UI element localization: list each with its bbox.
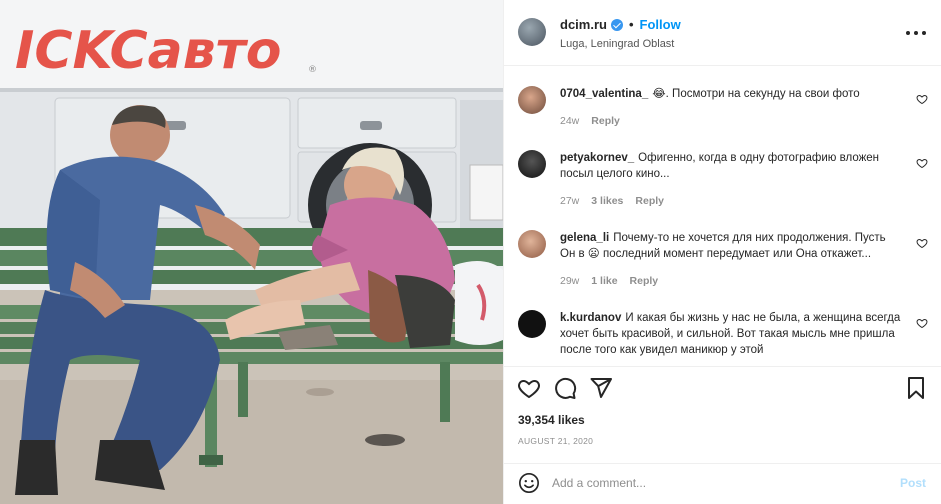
avatar[interactable] <box>518 18 546 46</box>
follow-button[interactable]: Follow <box>640 17 681 32</box>
comment-text: petyakornev_ Офигенно, когда в одну фотог… <box>560 152 880 180</box>
comment-input[interactable] <box>552 472 882 494</box>
more-options-icon[interactable] <box>906 24 926 42</box>
comment-username[interactable]: gelena_li <box>560 232 609 244</box>
comment-text: gelena_li Почему-то не хочется для них пр… <box>560 232 886 260</box>
comment-meta: 24w Reply <box>560 115 620 127</box>
like-comment-heart-icon[interactable] <box>916 93 928 105</box>
likes-count[interactable]: 39,354 likes <box>518 413 585 427</box>
post-photo[interactable]: ICKCавто ® <box>0 0 503 504</box>
like-comment-heart-icon[interactable] <box>916 237 928 249</box>
reply-button[interactable]: Reply <box>591 115 620 127</box>
avatar[interactable] <box>518 310 546 338</box>
username-link[interactable]: dcim.ru <box>560 17 607 32</box>
comment-time[interactable]: 29w <box>560 275 579 287</box>
comment-meta: 29w 1 like Reply <box>560 275 658 287</box>
comment-time[interactable]: 27w <box>560 195 579 207</box>
comment-text: k.kurdanov И какая бы жизнь у нас не была… <box>560 312 901 356</box>
verified-badge-icon <box>610 18 623 31</box>
avatar[interactable] <box>518 86 546 114</box>
comment-meta: 27w 3 likes Reply <box>560 195 664 207</box>
comment-username[interactable]: 0704_valentina_ <box>560 88 648 100</box>
post-header: dcim.ru • Follow Luga, Leningrad Oblast <box>504 0 941 66</box>
location-link[interactable]: Luga, Leningrad Oblast <box>560 38 674 50</box>
share-icon[interactable] <box>589 376 613 400</box>
svg-text:®: ® <box>308 65 317 75</box>
post-actions: 39,354 likes AUGUST 21, 2020 Post <box>504 366 941 500</box>
heart-icon[interactable] <box>517 376 541 400</box>
reply-button[interactable]: Reply <box>635 195 664 207</box>
comment-likes[interactable]: 3 likes <box>591 195 623 207</box>
like-comment-heart-icon[interactable] <box>916 157 928 169</box>
photo-scene: ICKCавто ® <box>0 0 503 504</box>
comment-icon[interactable] <box>553 376 577 400</box>
like-comment-heart-icon[interactable] <box>916 317 928 329</box>
post-panel: dcim.ru • Follow Luga, Leningrad Oblast … <box>503 0 941 504</box>
post-author: dcim.ru • Follow <box>560 17 681 32</box>
post-date[interactable]: AUGUST 21, 2020 <box>518 436 593 446</box>
comment-likes[interactable]: 1 like <box>591 275 617 287</box>
comments-list[interactable]: 0704_valentina_ 😂. Посмотри на секунду на… <box>504 67 941 365</box>
avatar[interactable] <box>518 150 546 178</box>
emoji: 😂 <box>652 88 666 100</box>
add-comment-bar: Post <box>504 463 941 503</box>
bookmark-icon[interactable] <box>904 376 928 400</box>
post-comment-button[interactable]: Post <box>900 476 926 490</box>
comment-username[interactable]: petyakornev_ <box>560 152 634 164</box>
avatar[interactable] <box>518 230 546 258</box>
comment-time[interactable]: 24w <box>560 115 579 127</box>
emoji-icon[interactable] <box>518 472 540 494</box>
separator: • <box>628 17 634 32</box>
comment-username[interactable]: k.kurdanov <box>560 312 621 324</box>
bus-logo: ICKCавто <box>15 21 282 81</box>
reply-button[interactable]: Reply <box>630 275 659 287</box>
comment-text: 0704_valentina_ 😂. Посмотри на секунду на… <box>560 88 860 100</box>
